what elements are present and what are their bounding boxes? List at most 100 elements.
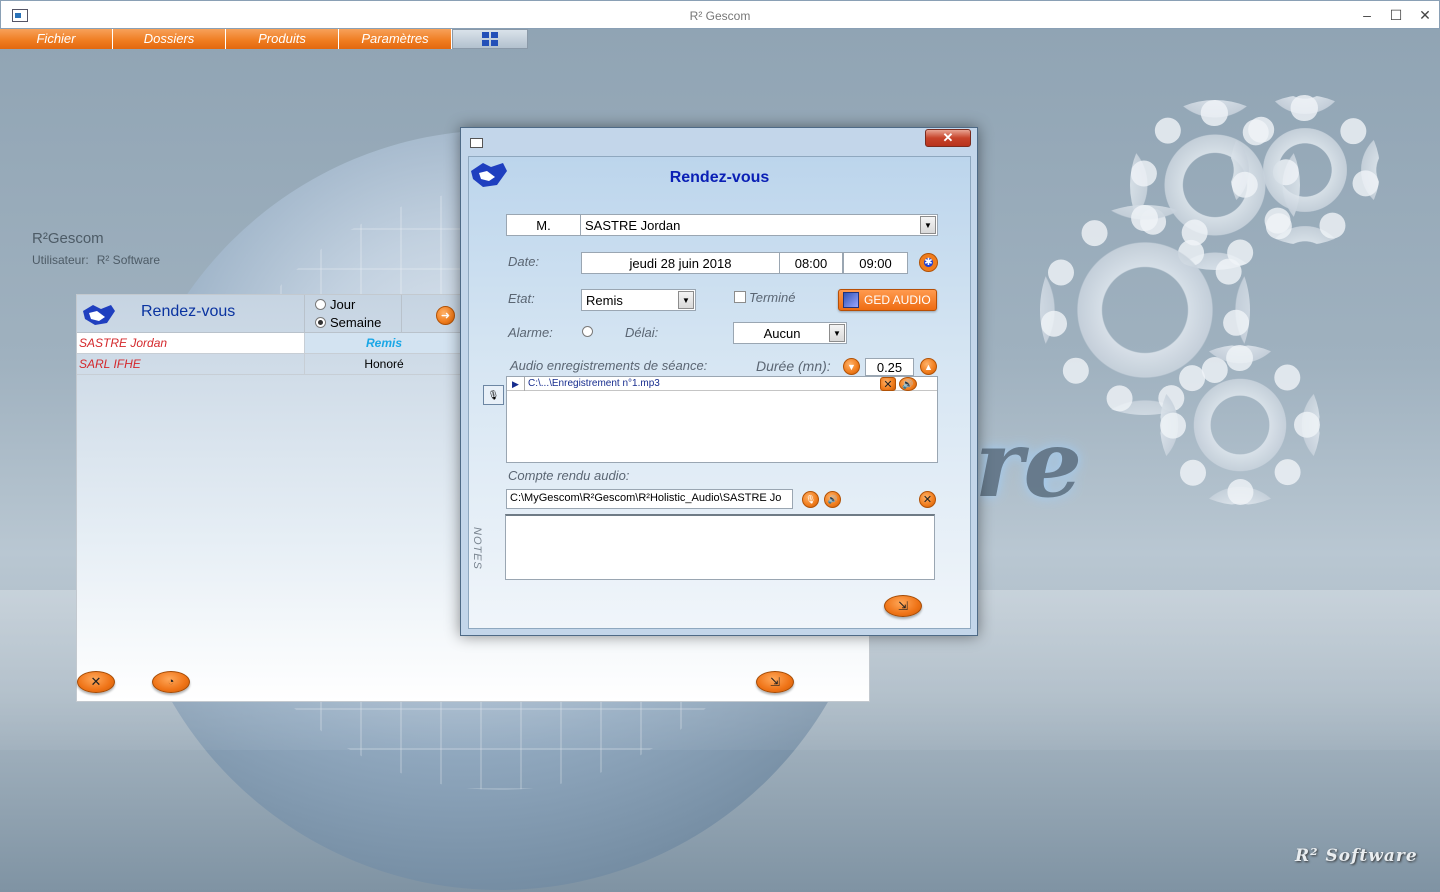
radio-semaine-label: Semaine <box>330 314 382 330</box>
time-end-field[interactable]: 09:00 <box>843 252 908 274</box>
compte-rendu-path-field[interactable]: C:\MyGescom\R²Gescom\R²Holistic_Audio\SA… <box>506 489 793 509</box>
app-name: R²Gescom <box>32 230 104 247</box>
duree-increase-button[interactable]: ▲ <box>920 358 937 375</box>
menu-dossiers[interactable]: Dossiers <box>113 29 226 49</box>
window-titlebar: R² Gescom – ☐ ✕ <box>0 0 1440 29</box>
clock-button[interactable]: ◔ <box>152 671 190 693</box>
dialog-titlebar: ✕ <box>461 128 977 156</box>
termine-label: Terminé <box>749 290 796 305</box>
dialog-title: Rendez-vous <box>669 169 770 186</box>
etat-select[interactable]: Remis ▼ <box>581 289 696 311</box>
microphone-icon: 🎙 <box>487 390 500 400</box>
handshake-icon <box>83 305 115 325</box>
exit-door-icon: ⇲ <box>897 599 909 613</box>
row-status: Remis <box>304 333 463 353</box>
delete-recording-button[interactable]: ✕ <box>880 377 896 391</box>
radio-jour-circle[interactable] <box>315 298 326 310</box>
recording-path: C:\...\Enregistrement n°1.mp3 <box>528 378 660 389</box>
row-name: SARL IFHE <box>79 357 141 371</box>
gear-icon: ✱ <box>924 257 933 268</box>
close-x-icon: ✕ <box>883 378 893 391</box>
row-name: SASTRE Jordan <box>79 336 168 350</box>
app-info: R²Gescom Utilisateur: R² Software <box>32 230 160 267</box>
duree-decrease-button[interactable]: ▼ <box>843 358 860 375</box>
speaker-icon: 🔊 <box>902 378 914 389</box>
exit-button[interactable]: ⇲ <box>756 671 794 693</box>
close-x-icon: ✕ <box>922 494 933 506</box>
user-value: R² Software <box>96 253 161 267</box>
etat-value: Remis <box>586 293 623 308</box>
window-title: R² Gescom <box>689 9 751 23</box>
dialog-close-button[interactable]: ✕ <box>925 129 971 147</box>
ged-audio-label: GED AUDIO <box>864 293 931 307</box>
play-recording-button[interactable]: 🔊 <box>899 377 917 391</box>
menu-fichier[interactable]: Fichier <box>0 29 113 49</box>
delete-button[interactable]: ✕ <box>77 671 115 693</box>
ged-audio-button[interactable]: GED AUDIO <box>838 289 937 311</box>
compte-rendu-delete-button[interactable]: ✕ <box>919 491 936 508</box>
speaker-icon: 🔊 <box>827 495 838 504</box>
dialog-exit-button[interactable]: ⇲ <box>884 595 922 617</box>
menu-parametres[interactable]: Paramètres <box>339 29 452 49</box>
background-watermark: re <box>975 410 1083 518</box>
radio-semaine[interactable]: Semaine <box>305 313 401 331</box>
row-selector-icon[interactable]: ▶ <box>507 377 525 391</box>
chevron-down-icon[interactable]: ▼ <box>678 291 694 309</box>
date-field[interactable]: jeudi 28 juin 2018 <box>581 252 780 274</box>
list-title: Rendez-vous <box>141 303 236 320</box>
table-row[interactable]: SARL IFHE Honoré <box>77 354 463 375</box>
maximize-button[interactable]: ☐ <box>1382 6 1410 24</box>
menu-bar: Fichier Dossiers Produits Paramètres <box>0 29 528 49</box>
view-radio-group: Jour Semaine <box>304 295 402 333</box>
minimize-button[interactable]: – <box>1353 6 1381 24</box>
contact-value: SASTRE Jordan <box>585 218 681 233</box>
duree-label: Durée (mn): <box>756 358 831 374</box>
background-gear-icon <box>1160 345 1320 505</box>
gear-settings-button[interactable]: ✱ <box>919 253 938 272</box>
close-x-icon: ✕ <box>90 674 102 689</box>
notes-textarea[interactable] <box>505 514 935 580</box>
clock-icon: ◔ <box>167 676 175 688</box>
chevron-down-icon[interactable]: ▼ <box>829 324 845 342</box>
microphone-icon: 🎙 <box>805 495 816 504</box>
row-status: Honoré <box>304 354 463 374</box>
user-line: Utilisateur: R² Software <box>32 253 160 267</box>
radio-semaine-circle[interactable] <box>315 316 326 328</box>
menu-produits[interactable]: Produits <box>226 29 339 49</box>
radio-jour-label: Jour <box>330 296 356 312</box>
user-label: Utilisateur: <box>32 253 89 267</box>
brand-logo: R² Software <box>1295 846 1418 866</box>
chevron-down-icon[interactable]: ▼ <box>920 216 936 234</box>
delai-value: Aucun <box>763 326 801 341</box>
alarme-radio[interactable] <box>582 326 593 337</box>
compte-rendu-label: Compte rendu audio: <box>508 468 630 483</box>
record-button[interactable]: 🎙 <box>483 385 504 405</box>
compte-rendu-play-button[interactable]: 🔊 <box>824 491 841 508</box>
date-label: Date: <box>508 254 540 269</box>
ged-cube-icon <box>843 292 859 308</box>
contact-select[interactable]: SASTRE Jordan ▼ <box>580 214 938 236</box>
compte-rendu-record-button[interactable]: 🎙 <box>802 491 819 508</box>
delai-select[interactable]: Aucun ▼ <box>733 322 847 344</box>
dialog-icon <box>470 138 483 148</box>
close-button[interactable]: ✕ <box>1411 6 1439 24</box>
etat-label: Etat: <box>508 291 535 306</box>
audio-label: Audio enregistrements de séance: <box>510 358 708 373</box>
windows-icon <box>482 32 498 46</box>
background-gear-icon <box>1230 95 1380 245</box>
radio-jour[interactable]: Jour <box>305 295 401 313</box>
list-item[interactable]: ▶ C:\...\Enregistrement n°1.mp3 ✕ 🔊 <box>507 377 937 391</box>
arrow-right-button[interactable]: ➜ <box>436 306 455 325</box>
time-start-field[interactable]: 08:00 <box>779 252 843 274</box>
civility-field[interactable]: M. <box>506 214 581 236</box>
delai-label: Délai: <box>625 325 659 340</box>
termine-checkbox[interactable] <box>734 291 746 303</box>
duree-field[interactable]: 0.25 <box>865 358 914 376</box>
arrow-down-icon: ▼ <box>847 361 856 372</box>
dialog-body: Rendez-vous M. SASTRE Jordan ▼ Date: jeu… <box>468 156 971 629</box>
appointment-dialog: ✕ Rendez-vous M. SASTRE Jordan ▼ Date: j… <box>460 127 978 636</box>
notes-label: NOTES <box>471 527 483 570</box>
table-row[interactable]: SASTRE Jordan Remis <box>77 333 463 354</box>
menu-windows-tab[interactable] <box>452 29 528 49</box>
arrow-right-icon: ➜ <box>440 310 451 322</box>
